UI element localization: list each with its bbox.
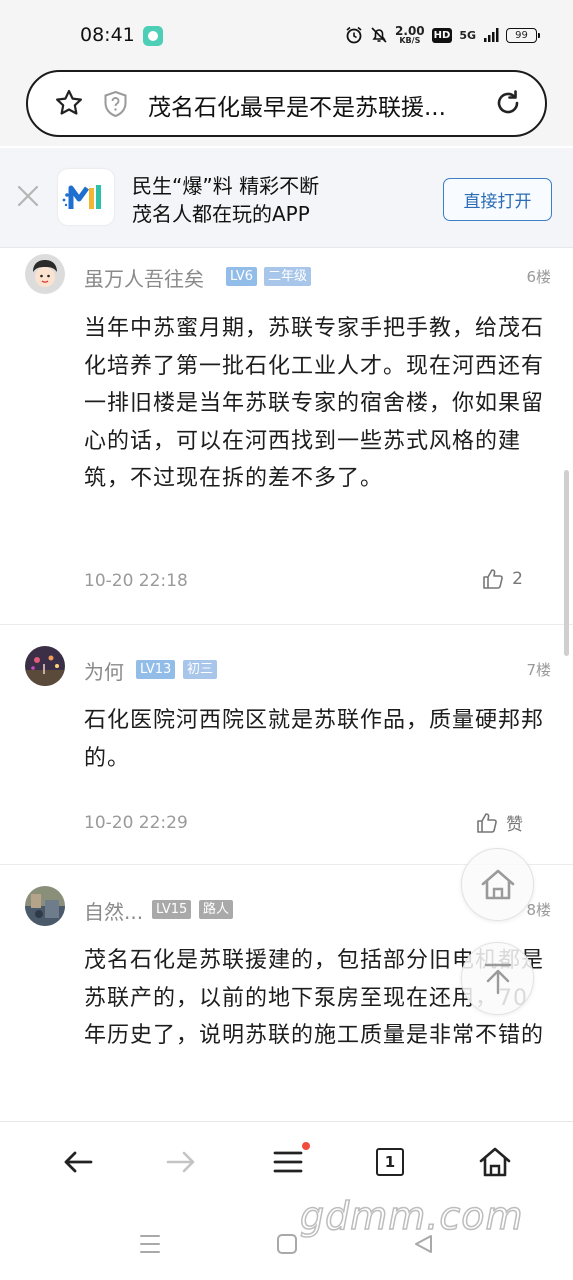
post-content: 石化医院河西院区就是苏联作品，质量硬邦邦的。 <box>84 708 545 771</box>
watermark: gdmm.com <box>299 1193 524 1239</box>
reload-icon[interactable] <box>493 88 523 118</box>
app-download-banner: 民生“爆”料 精彩不断 茂名人都在玩的APP 直接打开 <box>0 148 573 248</box>
hd-voice-badge: HD <box>431 27 453 43</box>
menu-button[interactable] <box>270 1142 310 1180</box>
arrow-up-icon <box>484 963 511 994</box>
home-icon <box>479 1147 511 1177</box>
like-button[interactable]: 2 <box>482 568 523 590</box>
post-floor-7: 为何 LV13 初三 7楼 石化医院河西院区就是苏联作品，质量硬邦邦的。 10-… <box>0 644 573 862</box>
status-bar: 08:41 2.00 KB/S HD 5G 99 <box>0 0 573 66</box>
username[interactable]: 虽万人吾往矣 <box>84 263 204 292</box>
banner-slogan: 民生“爆”料 精彩不断 <box>132 174 320 198</box>
signal-bars-icon <box>484 28 499 42</box>
avatar[interactable] <box>25 886 65 926</box>
browser-toolbar: 1 <box>0 1121 573 1201</box>
app-logo <box>58 169 114 225</box>
tab-count: 1 <box>376 1148 404 1176</box>
level-badge: LV15 <box>152 900 192 919</box>
bookmark-star-icon[interactable] <box>54 88 84 118</box>
recent-apps-icon[interactable] <box>138 1233 162 1255</box>
banner-subtitle: 茂名人都在玩的APP <box>132 202 310 226</box>
thumbs-up-icon <box>477 812 497 833</box>
page-title[interactable]: 茂名石化最早是不是苏联援... <box>148 88 488 122</box>
home-float-button[interactable] <box>461 848 534 921</box>
level-badge: LV6 <box>226 267 257 286</box>
floor-number: 8楼 <box>526 901 551 919</box>
address-bar[interactable]: 茂名石化最早是不是苏联援... <box>26 70 547 137</box>
floor-number: 7楼 <box>526 661 551 679</box>
rank-badge: 二年级 <box>264 267 312 286</box>
like-count: 2 <box>512 569 523 589</box>
username[interactable]: 为何 <box>84 656 124 685</box>
tabs-button[interactable]: 1 <box>372 1144 408 1180</box>
home-icon <box>481 869 514 899</box>
home-button[interactable] <box>477 1144 513 1180</box>
security-shield-icon[interactable] <box>102 90 129 118</box>
post-time: 10-20 22:29 <box>84 813 188 833</box>
chat-app-notification-icon <box>143 26 163 46</box>
battery-icon: 99 <box>506 27 540 43</box>
scroll-indicator[interactable] <box>564 470 569 656</box>
username[interactable]: 自然... <box>84 896 143 925</box>
level-badge: LV13 <box>136 660 176 679</box>
rank-badge: 初三 <box>183 660 218 679</box>
home-nav-icon[interactable] <box>276 1233 298 1255</box>
notification-dot <box>302 1142 310 1150</box>
arrow-right-icon <box>166 1151 195 1173</box>
network-type: 5G <box>459 28 476 42</box>
avatar[interactable] <box>25 254 65 294</box>
open-app-button[interactable]: 直接打开 <box>443 178 552 221</box>
status-time: 08:41 <box>80 24 135 46</box>
like-button[interactable]: 赞 <box>476 810 523 835</box>
menu-icon <box>273 1151 303 1173</box>
post-time: 10-20 22:18 <box>84 571 188 591</box>
post-content: 当年中苏蜜月期，苏联专家手把手教，给茂石化培养了第一批石化工业人才。现在河西还有… <box>84 316 545 491</box>
divider <box>0 624 573 625</box>
avatar[interactable] <box>25 646 65 686</box>
browser-header: 茂名石化最早是不是苏联援... <box>0 66 573 146</box>
rank-badge: 路人 <box>199 900 234 919</box>
back-button[interactable] <box>60 1144 96 1180</box>
forward-button[interactable] <box>163 1144 199 1180</box>
thumbs-up-icon <box>483 569 504 589</box>
close-icon[interactable] <box>14 182 42 210</box>
status-icons: 2.00 KB/S HD 5G 99 <box>345 22 540 48</box>
floor-number: 6楼 <box>526 268 551 286</box>
network-speed: 2.00 KB/S <box>395 24 425 45</box>
back-to-top-button[interactable] <box>461 942 534 1015</box>
like-label: 赞 <box>506 815 523 835</box>
alarm-icon <box>346 26 362 44</box>
post-floor-6: 虽万人吾往矣 LV6 二年级 6楼 当年中苏蜜月期，苏联专家手把手教，给茂石化培… <box>0 250 573 622</box>
mute-bell-icon <box>371 27 387 43</box>
arrow-left-icon <box>64 1151 93 1173</box>
